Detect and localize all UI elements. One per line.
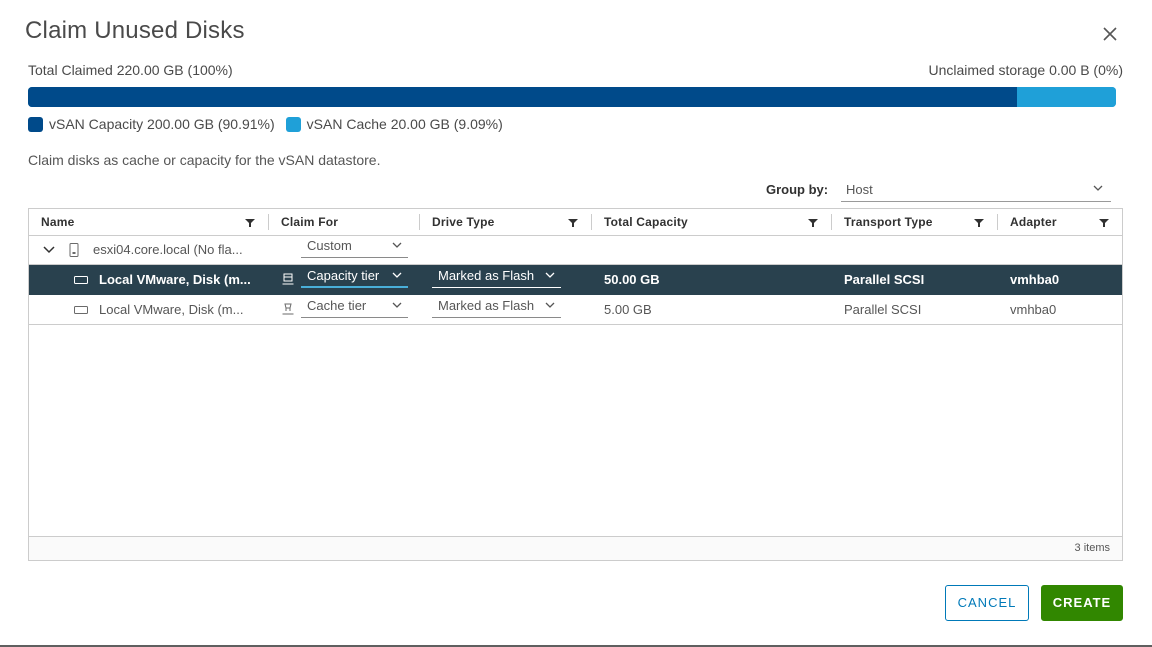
chevron-down-icon [392, 272, 402, 278]
disk-claim-for-value: Capacity tier [307, 268, 380, 283]
column-header-adapter[interactable]: Adapter [998, 209, 1057, 235]
disk-row[interactable]: Local VMware, Disk (m... Capacity tier M… [29, 265, 1122, 295]
capacity-tier-icon [282, 273, 294, 285]
host-row[interactable]: esxi04.core.local (No fla... Custom [29, 235, 1122, 265]
host-name: esxi04.core.local (No fla... [93, 242, 243, 257]
storage-legend: vSAN Capacity 200.00 GB (90.91%) vSAN Ca… [28, 116, 514, 132]
disk-transport-type: Parallel SCSI [844, 302, 922, 317]
disk-icon [74, 276, 88, 284]
item-count: 3 items [1074, 542, 1110, 554]
chevron-down-icon [545, 302, 555, 308]
cache-tier-icon [282, 303, 294, 315]
datagrid-header: Name Claim For Drive Type Total Capacity… [29, 209, 1122, 236]
column-header-drive-type[interactable]: Drive Type [420, 209, 494, 235]
host-claim-for-select[interactable]: Custom [301, 236, 408, 258]
legend-label-cache: vSAN Cache 20.00 GB (9.09%) [306, 116, 503, 132]
storage-usage-bar [28, 87, 1116, 107]
disk-icon [74, 306, 88, 314]
disk-name: Local VMware, Disk (m... [99, 302, 244, 317]
disk-drive-type-value: Marked as Flash [438, 298, 535, 313]
disk-total-capacity: 5.00 GB [604, 302, 652, 317]
legend-item-cache: vSAN Cache 20.00 GB (9.09%) [285, 116, 503, 132]
filter-icon[interactable] [1099, 218, 1109, 228]
create-button[interactable]: CREATE [1041, 585, 1123, 621]
disk-claim-for-value: Cache tier [307, 298, 367, 313]
claim-unused-disks-dialog: Claim Unused Disks Total Claimed 220.00 … [0, 0, 1152, 645]
total-claimed-text: Total Claimed 220.00 GB (100%) [28, 62, 233, 78]
column-header-transport-type[interactable]: Transport Type [832, 209, 933, 235]
chevron-down-icon[interactable] [43, 245, 55, 255]
chevron-down-icon [392, 242, 402, 248]
disk-total-capacity: 50.00 GB [604, 272, 660, 287]
cache-bar-segment [1017, 87, 1116, 107]
chevron-down-icon [392, 302, 402, 308]
group-by-label: Group by: [766, 182, 829, 197]
disk-name: Local VMware, Disk (m... [99, 272, 251, 287]
description-text: Claim disks as cache or capacity for the… [28, 152, 381, 168]
disk-drive-type-value: Marked as Flash [438, 268, 535, 283]
disk-claim-for-select[interactable]: Cache tier [301, 296, 408, 318]
column-header-name[interactable]: Name [29, 209, 74, 235]
disk-adapter: vmhba0 [1010, 272, 1060, 287]
disk-row[interactable]: Local VMware, Disk (m... Cache tier Mark… [29, 295, 1122, 325]
disk-adapter: vmhba0 [1010, 302, 1057, 317]
group-by-value: Host [846, 182, 873, 197]
disk-drive-type-select[interactable]: Marked as Flash [432, 296, 561, 318]
column-header-total-capacity[interactable]: Total Capacity [592, 209, 688, 235]
filter-icon[interactable] [808, 218, 818, 228]
legend-item-capacity: vSAN Capacity 200.00 GB (90.91%) [28, 116, 275, 132]
group-by-select[interactable]: Host [841, 180, 1111, 202]
chevron-down-icon [545, 272, 555, 278]
chevron-down-icon [1093, 185, 1103, 191]
cancel-button[interactable]: CANCEL [945, 585, 1029, 621]
disk-drive-type-select[interactable]: Marked as Flash [432, 266, 561, 288]
filter-icon[interactable] [568, 218, 578, 228]
column-header-claim-for[interactable]: Claim For [269, 209, 338, 235]
host-icon [69, 243, 79, 257]
capacity-bar-segment [28, 87, 1018, 107]
disk-datagrid: Name Claim For Drive Type Total Capacity… [28, 208, 1123, 561]
filter-icon[interactable] [974, 218, 984, 228]
legend-label-capacity: vSAN Capacity 200.00 GB (90.91%) [49, 116, 275, 132]
filter-icon[interactable] [245, 218, 255, 228]
close-icon[interactable] [1100, 24, 1120, 44]
disk-claim-for-select[interactable]: Capacity tier [301, 266, 408, 288]
disk-transport-type: Parallel SCSI [844, 272, 925, 287]
dialog-title: Claim Unused Disks [25, 17, 245, 44]
capacity-swatch [28, 116, 43, 132]
unclaimed-storage-text: Unclaimed storage 0.00 B (0%) [928, 62, 1123, 78]
cache-swatch [285, 116, 301, 132]
datagrid-footer: 3 items [29, 536, 1122, 560]
host-claim-for-value: Custom [307, 238, 352, 253]
